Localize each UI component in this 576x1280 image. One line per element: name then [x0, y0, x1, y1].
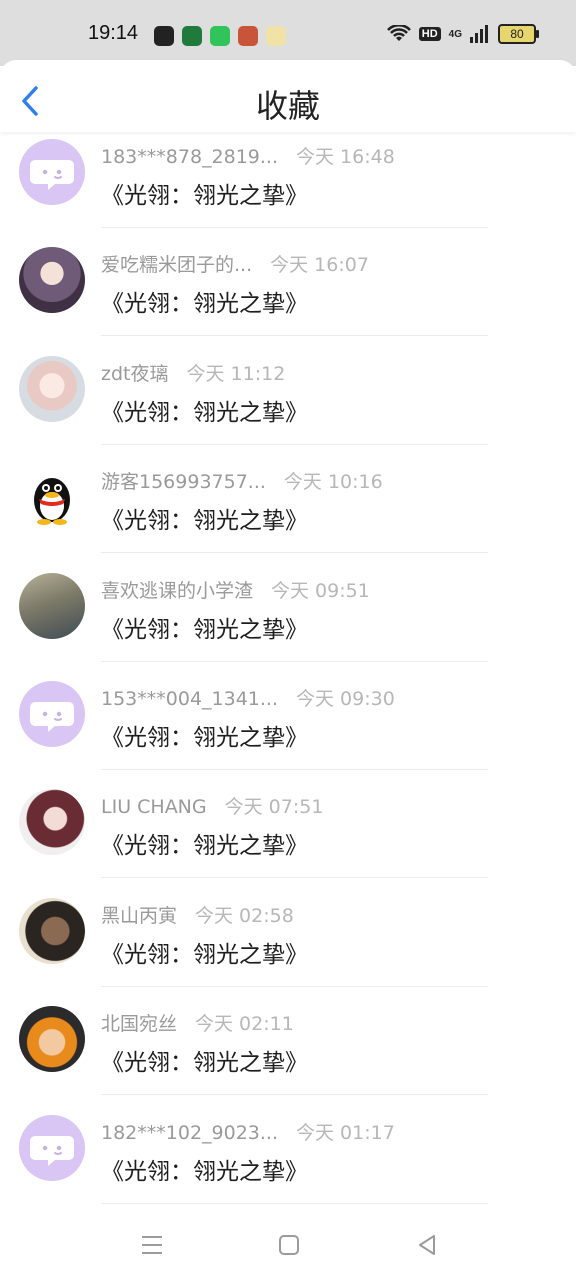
list-item[interactable]: 游客156993757... 今天 10:16 《光翎：翎光之挚》 — [0, 459, 576, 567]
item-meta: 黑山丙寅 今天 02:58 — [101, 901, 294, 928]
anime-girl-avatar — [19, 356, 85, 422]
timestamp: 今天 07:51 — [224, 796, 324, 818]
triangle-back-icon — [419, 1235, 435, 1255]
chat-bubble-avatar — [19, 1115, 85, 1181]
chat-bubble-icon — [30, 702, 74, 732]
menu-icon — [142, 1236, 162, 1254]
system-nav-bar — [0, 1208, 576, 1280]
user-name: 153***004_1341... — [101, 688, 279, 710]
penguin-icon — [34, 478, 70, 525]
timestamp: 今天 01:17 — [296, 1122, 395, 1144]
divider — [101, 986, 488, 987]
timestamp: 今天 02:11 — [195, 1013, 294, 1035]
hd-badge: HD — [418, 27, 441, 41]
home-square-icon — [279, 1235, 299, 1255]
user-name: 182***102_9023... — [101, 1122, 279, 1144]
user-name: 喜欢逃课的小学渣 — [101, 580, 254, 602]
portrait-avatar — [19, 789, 85, 855]
battery-level: 80 — [510, 27, 524, 41]
timestamp: 今天 16:07 — [270, 254, 369, 276]
item-message: 《光翎：翎光之挚》 — [101, 400, 308, 426]
item-message: 《光翎：翎光之挚》 — [101, 183, 308, 209]
game-app-icon — [238, 26, 258, 46]
status-indicators: HD 4G 80 — [386, 24, 539, 44]
user-name: 北国宛丝 — [101, 1013, 178, 1035]
user-name: 游客156993757... — [101, 471, 266, 493]
timestamp: 今天 09:51 — [271, 580, 370, 602]
item-meta: 爱吃糯米团子的... 今天 16:07 — [101, 250, 369, 277]
signal-icon — [470, 25, 488, 43]
ninja-avatar — [19, 1006, 85, 1072]
divider — [101, 227, 488, 228]
list-item[interactable]: 183***878_2819... 今天 16:48 《光翎：翎光之挚》 — [0, 134, 576, 242]
divider — [101, 1094, 488, 1095]
anime-boy-avatar — [19, 247, 85, 313]
emoji-app-icon — [266, 26, 286, 46]
chat-bubble-icon — [30, 1136, 74, 1166]
timestamp: 今天 16:48 — [296, 146, 395, 168]
network-type: 4G — [448, 28, 462, 40]
list-item[interactable]: 153***004_1341... 今天 09:30 《光翎：翎光之挚》 — [0, 676, 576, 784]
home-button[interactable] — [276, 1232, 302, 1258]
user-name: 爱吃糯米团子的... — [101, 254, 253, 276]
user-name: LIU CHANG — [101, 796, 207, 818]
divider — [101, 335, 488, 336]
item-message: 《光翎：翎光之挚》 — [101, 833, 308, 859]
chat-bubble-avatar — [19, 139, 85, 205]
item-message: 《光翎：翎光之挚》 — [101, 291, 308, 317]
item-meta: 153***004_1341... 今天 09:30 — [101, 684, 395, 711]
item-message: 《光翎：翎光之挚》 — [101, 1050, 308, 1076]
green-app-icon — [210, 26, 230, 46]
photo-avatar — [19, 898, 85, 964]
back-nav-button[interactable] — [414, 1232, 440, 1258]
menu-button[interactable] — [139, 1232, 165, 1258]
list-item[interactable]: 黑山丙寅 今天 02:58 《光翎：翎光之挚》 — [0, 893, 576, 1001]
item-meta: 北国宛丝 今天 02:11 — [101, 1009, 294, 1036]
item-meta: 183***878_2819... 今天 16:48 — [101, 142, 395, 169]
timestamp: 今天 02:58 — [195, 905, 294, 927]
list-item[interactable]: 北国宛丝 今天 02:11 《光翎：翎光之挚》 — [0, 1001, 576, 1109]
illustration-avatar — [19, 573, 85, 639]
item-message: 《光翎：翎光之挚》 — [101, 942, 308, 968]
item-message: 《光翎：翎光之挚》 — [101, 725, 308, 751]
chat-bubble-avatar — [19, 681, 85, 747]
user-name: 黑山丙寅 — [101, 905, 178, 927]
notification-app-icon — [154, 26, 174, 46]
oppo-app-icon — [182, 26, 202, 46]
chat-bubble-icon — [30, 160, 74, 190]
page-title: 收藏 — [255, 87, 320, 125]
timestamp: 今天 10:16 — [283, 471, 383, 493]
battery-indicator: 80 — [498, 24, 539, 44]
status-time: 19:14 — [88, 22, 139, 44]
list-item[interactable]: 182***102_9023... 今天 01:17 《光翎：翎光之挚》 — [0, 1110, 576, 1218]
divider — [101, 769, 488, 770]
penguin-avatar — [19, 464, 85, 530]
item-message: 《光翎：翎光之挚》 — [101, 1159, 308, 1185]
divider — [101, 661, 488, 662]
title-bar: 收藏 — [0, 60, 576, 132]
status-bar: 19:14 HD 4G 80 — [0, 0, 576, 66]
item-message: 《光翎：翎光之挚》 — [101, 617, 308, 643]
wifi-icon — [386, 25, 411, 41]
item-meta: zdt夜璃 今天 11:12 — [101, 359, 285, 386]
item-meta: 游客156993757... 今天 10:16 — [101, 467, 383, 494]
list-item[interactable]: 喜欢逃课的小学渣 今天 09:51 《光翎：翎光之挚》 — [0, 568, 576, 676]
divider — [101, 444, 488, 445]
list-item[interactable]: LIU CHANG 今天 07:51 《光翎：翎光之挚》 — [0, 784, 576, 892]
item-meta: 喜欢逃课的小学渣 今天 09:51 — [101, 576, 370, 603]
timestamp: 今天 09:30 — [296, 688, 395, 710]
item-message: 《光翎：翎光之挚》 — [101, 508, 308, 534]
user-name: 183***878_2819... — [101, 146, 279, 168]
divider — [101, 552, 488, 553]
item-meta: 182***102_9023... 今天 01:17 — [101, 1118, 395, 1145]
timestamp: 今天 11:12 — [186, 363, 286, 385]
divider — [101, 1203, 488, 1204]
item-meta: LIU CHANG 今天 07:51 — [101, 792, 323, 819]
list-item[interactable]: zdt夜璃 今天 11:12 《光翎：翎光之挚》 — [0, 351, 576, 459]
divider — [101, 877, 488, 878]
list-item[interactable]: 爱吃糯米团子的... 今天 16:07 《光翎：翎光之挚》 — [0, 242, 576, 350]
user-name: zdt夜璃 — [101, 363, 169, 385]
